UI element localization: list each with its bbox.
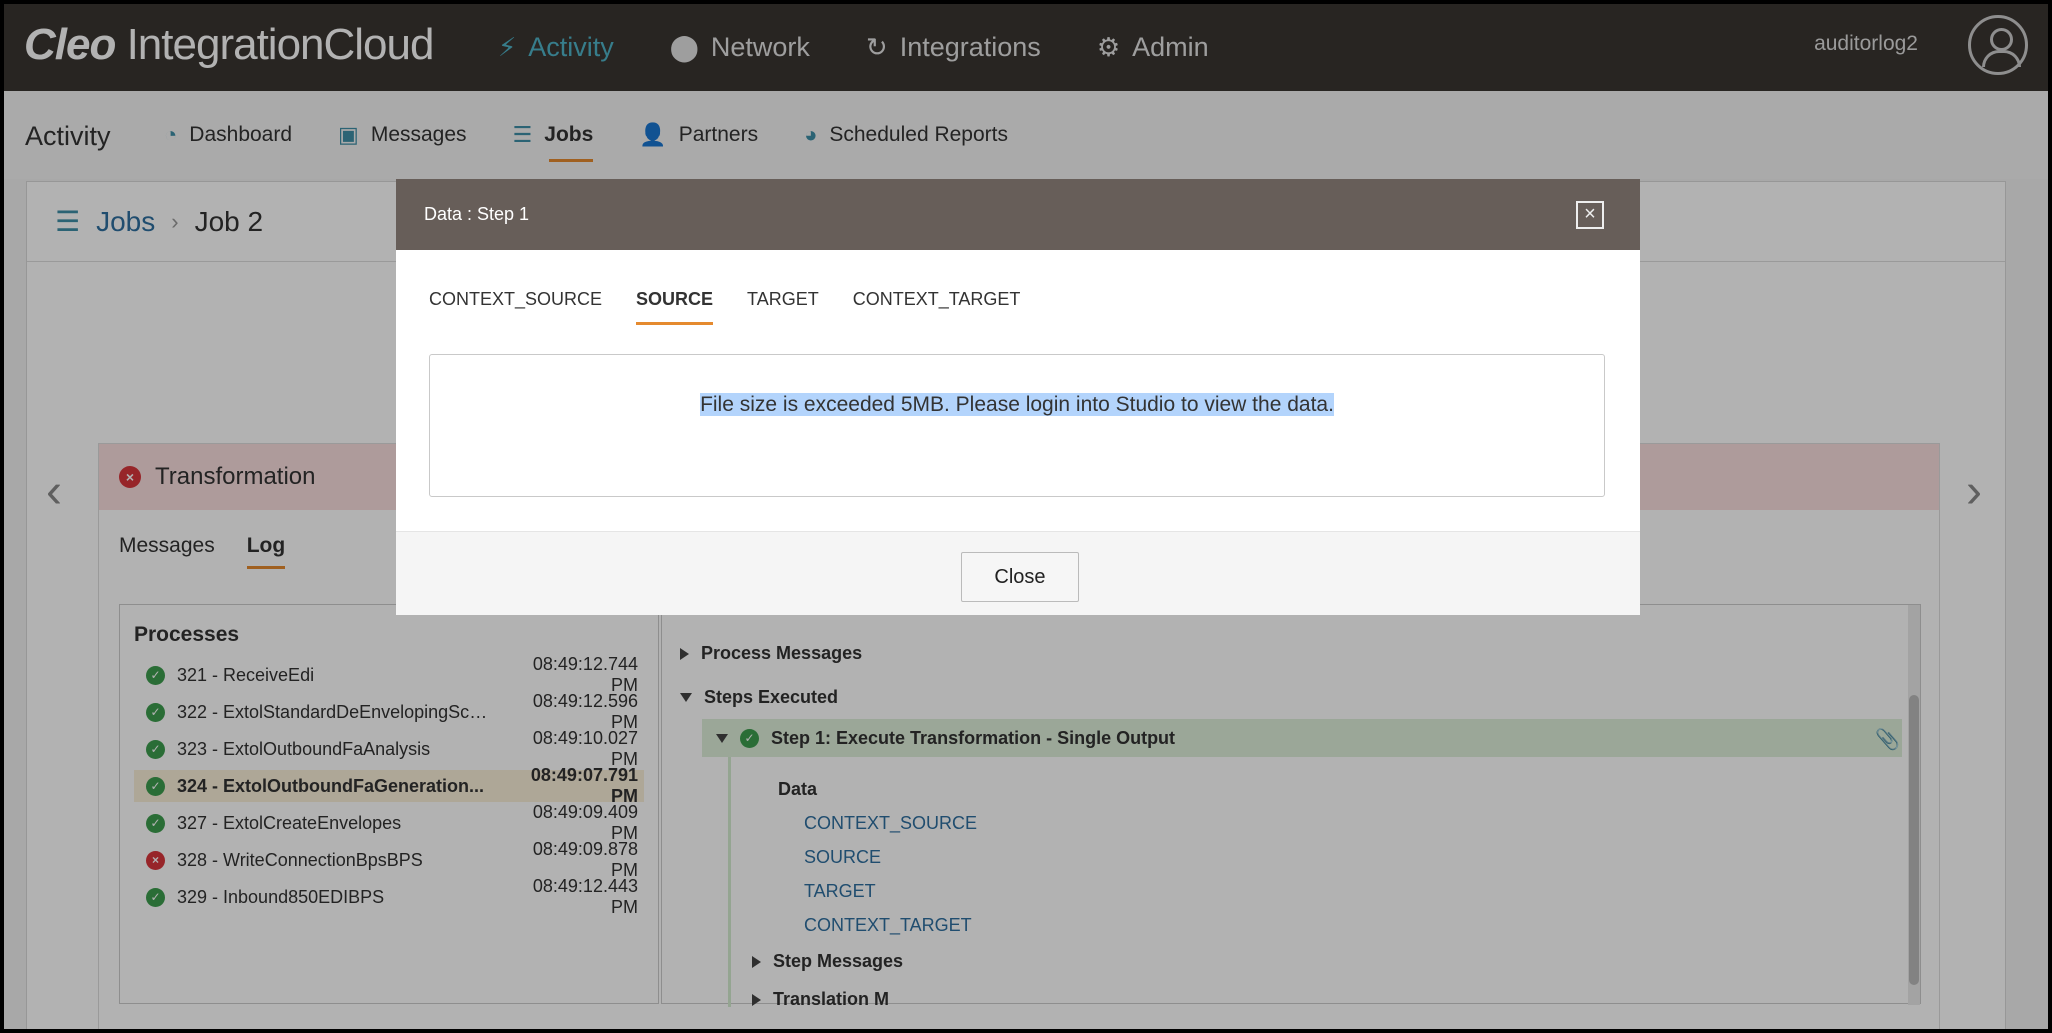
- tab-context-target[interactable]: CONTEXT_TARGET: [853, 289, 1021, 325]
- data-message: File size is exceeded 5MB. Please login …: [700, 393, 1334, 416]
- close-button[interactable]: Close: [961, 552, 1079, 602]
- modal-tabs: CONTEXT_SOURCE SOURCE TARGET CONTEXT_TAR…: [429, 289, 1020, 325]
- data-modal: Data : Step 1 × CONTEXT_SOURCE SOURCE TA…: [396, 179, 1640, 615]
- app-window: Cleo IntegrationCloud ⚡ Activity ⬤ Netwo…: [4, 4, 2048, 1029]
- tab-source[interactable]: SOURCE: [636, 289, 714, 325]
- tab-context-source[interactable]: CONTEXT_SOURCE: [429, 289, 602, 325]
- data-message-box: File size is exceeded 5MB. Please login …: [429, 354, 1605, 497]
- close-icon[interactable]: ×: [1576, 201, 1604, 229]
- modal-header: Data : Step 1: [396, 179, 1640, 250]
- modal-title: Data : Step 1: [424, 204, 530, 224]
- modal-footer: Close: [396, 531, 1640, 615]
- tab-target[interactable]: TARGET: [747, 289, 819, 325]
